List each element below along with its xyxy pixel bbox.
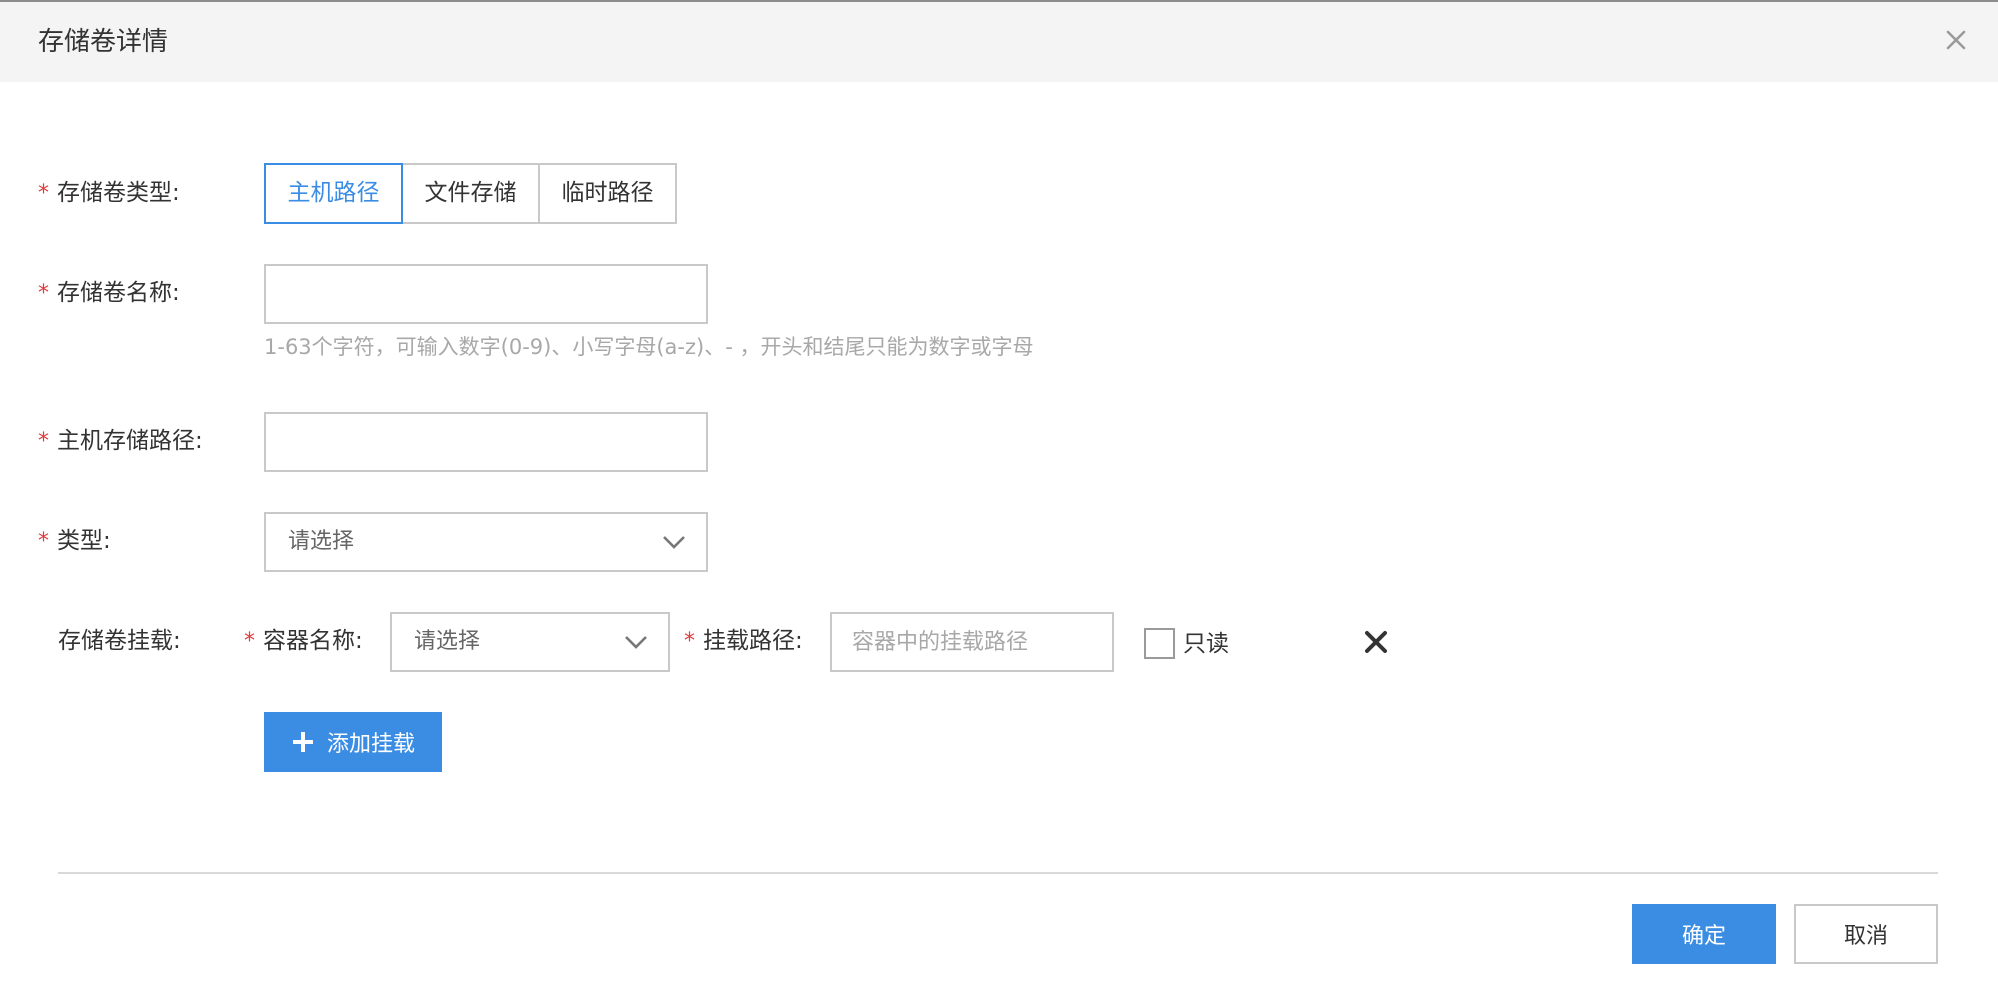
required-mark: * — [38, 281, 49, 306]
chevron-down-icon — [663, 536, 685, 549]
volume-type-option-host-path[interactable]: 主机路径 — [264, 163, 403, 224]
container-name-label: * 容器名称: — [244, 628, 363, 654]
type-select[interactable]: 请选择 — [264, 512, 708, 572]
remove-mount-button[interactable] — [1364, 630, 1388, 654]
remove-icon — [1365, 631, 1387, 653]
type-label: * 类型: — [38, 528, 111, 554]
dialog-title: 存储卷详情 — [38, 27, 169, 57]
volume-detail-dialog: 存储卷详情 * 存储卷类型: 主机路径 文件存储 临时路径 * 存储卷名称: 1-6… — [0, 0, 1998, 990]
add-mount-label: 添加挂载 — [326, 732, 415, 757]
required-mark: * — [38, 429, 49, 454]
container-name-select-value: 请选择 — [414, 629, 481, 654]
host-path-label: * 主机存储路径: — [38, 428, 203, 454]
mount-path-input[interactable] — [830, 612, 1114, 672]
cancel-button[interactable]: 取消 — [1794, 904, 1938, 964]
volume-name-label: * 存储卷名称: — [38, 280, 180, 306]
volume-type-option-temp-path[interactable]: 临时路径 — [538, 163, 677, 224]
close-button[interactable] — [1936, 20, 1976, 60]
type-select-value: 请选择 — [288, 529, 355, 554]
volume-name-hint: 1-63个字符，可输入数字(0-9)、小写字母(a-z)、- ，开头和结尾只能为… — [264, 335, 1034, 359]
required-mark: * — [38, 181, 49, 206]
ok-button[interactable]: 确定 — [1632, 904, 1776, 964]
volume-name-input[interactable] — [264, 264, 708, 324]
mount-path-label: * 挂载路径: — [684, 628, 803, 654]
mount-label: 存储卷挂载: — [58, 628, 181, 654]
required-mark: * — [684, 629, 695, 654]
dialog-header: 存储卷详情 — [0, 2, 1998, 82]
host-path-input[interactable] — [264, 412, 708, 472]
readonly-checkbox[interactable] — [1144, 628, 1175, 659]
plus-icon — [292, 732, 313, 752]
readonly-label: 只读 — [1183, 631, 1229, 657]
required-mark: * — [38, 529, 49, 554]
add-mount-button[interactable]: 添加挂载 — [264, 712, 442, 772]
chevron-down-icon — [625, 636, 647, 649]
volume-type-segmented: 主机路径 文件存储 临时路径 — [264, 163, 677, 224]
close-icon — [1946, 30, 1966, 50]
volume-type-label: * 存储卷类型: — [38, 180, 180, 206]
volume-type-option-file-storage[interactable]: 文件存储 — [401, 163, 540, 224]
container-name-select[interactable]: 请选择 — [390, 612, 670, 672]
required-mark: * — [244, 629, 255, 654]
footer-divider — [58, 872, 1938, 874]
